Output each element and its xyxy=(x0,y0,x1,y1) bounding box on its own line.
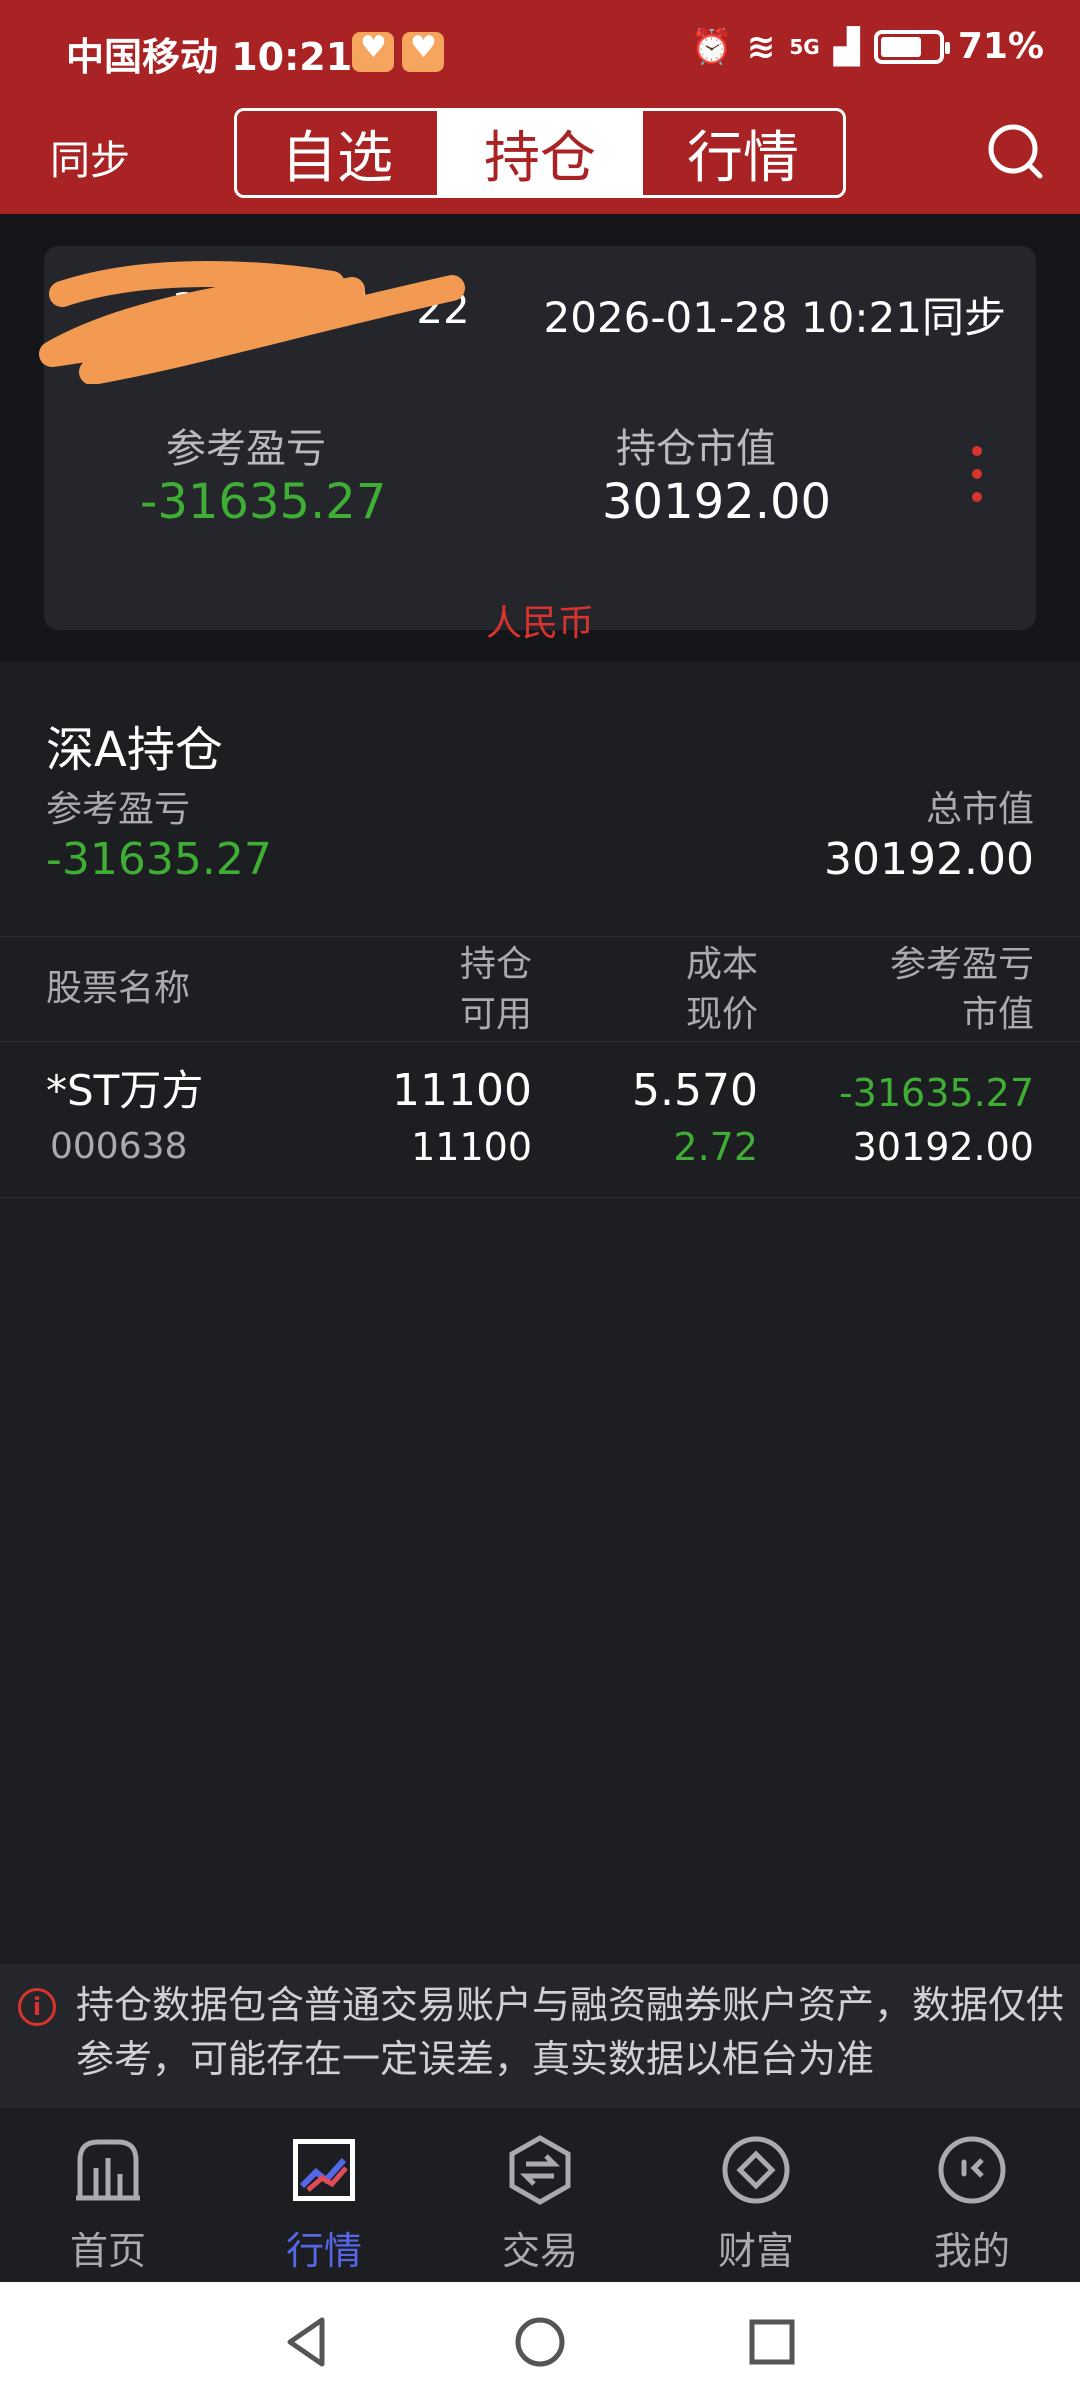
table-header: 股票名称 持仓 可用 成本 现价 参考盈亏 市值 xyxy=(0,936,1080,1042)
account-pl-label: 参考盈亏 xyxy=(166,426,326,472)
header-pl[interactable]: 参考盈亏 xyxy=(890,939,1034,991)
available-qty: 11100 xyxy=(411,1125,532,1169)
summary-pl-label: 参考盈亏 xyxy=(46,789,191,830)
heart-notification-icon xyxy=(402,30,444,72)
nav-wealth-label: 财富 xyxy=(717,2229,794,2273)
tab-watchlist[interactable]: 自选 xyxy=(237,111,440,195)
redaction-scribble xyxy=(39,261,465,384)
signal-icon: ▟ xyxy=(833,26,860,67)
header-mv[interactable]: 市值 xyxy=(962,989,1034,1041)
header-cost[interactable]: 成本 xyxy=(686,939,758,991)
alarm-icon: ⏰ xyxy=(690,26,733,67)
market-summary: 深A持仓 参考盈亏 -31635.27 总市值 30192.00 xyxy=(0,662,1080,936)
heart-notification-icon xyxy=(352,30,394,72)
cost-price: 5.570 xyxy=(632,1065,758,1116)
app-header: 中国移动 10:21 ⏰ ≋ 5G ▟ 71% 同步 自选 持仓 行情 xyxy=(0,0,1080,214)
market-chart-icon xyxy=(291,2137,357,2203)
tab-positions[interactable]: 持仓 xyxy=(440,111,643,195)
nav-wealth[interactable]: 财富 xyxy=(648,2108,864,2282)
account-card: 332650****22 2026-01-28 10:21同步 参考盈亏 -31… xyxy=(39,246,1036,644)
summary-total-mv-label: 总市值 xyxy=(925,789,1034,830)
nav-market[interactable]: 行情 xyxy=(216,2108,432,2282)
header-available[interactable]: 可用 xyxy=(460,989,532,1041)
row-market-value: 30192.00 xyxy=(852,1125,1034,1169)
wealth-icon xyxy=(722,2136,790,2204)
nav-trade[interactable]: 交易 xyxy=(432,2108,648,2282)
status-icons: ⏰ ≋ 5G ▟ 71% xyxy=(690,26,1044,67)
nav-trade-label: 交易 xyxy=(501,2229,578,2273)
sync-button[interactable]: 同步 xyxy=(50,128,130,186)
nav-me-label: 我的 xyxy=(933,2229,1010,2273)
stock-name: *ST万方 xyxy=(46,1066,204,1115)
account-pl-value: -31635.27 xyxy=(140,474,387,530)
tab-market[interactable]: 行情 xyxy=(643,111,843,195)
trade-icon xyxy=(509,2135,571,2205)
top-tabs: 自选 持仓 行情 xyxy=(234,108,846,198)
status-carrier-time: 中国移动 10:21 xyxy=(66,35,353,79)
stock-code: 000638 xyxy=(50,1126,188,1167)
header-stock-name[interactable]: 股票名称 xyxy=(46,963,190,1015)
nav-home-label: 首页 xyxy=(69,2229,146,2273)
disclaimer-text: 持仓数据包含普通交易账户与融资融券账户资产，数据仅供参考，可能存在一定误差，真实… xyxy=(76,1983,1065,2081)
summary-pl-value: -31635.27 xyxy=(46,834,272,885)
profile-icon xyxy=(938,2136,1006,2204)
sync-timestamp: 2026-01-28 10:21同步 xyxy=(543,293,1006,342)
account-market-value-label: 持仓市值 xyxy=(616,426,776,472)
position-qty: 11100 xyxy=(392,1065,532,1116)
home-icon xyxy=(76,2139,140,2201)
battery-percent: 71% xyxy=(957,26,1044,67)
current-price: 2.72 xyxy=(673,1125,758,1169)
header-price[interactable]: 现价 xyxy=(686,989,758,1041)
section-title: 深A持仓 xyxy=(46,722,223,778)
account-market-value: 30192.00 xyxy=(602,474,832,530)
nav-home[interactable]: 首页 xyxy=(0,2108,216,2282)
network-type: 5G xyxy=(789,34,820,59)
summary-total-mv-value: 30192.00 xyxy=(824,834,1034,885)
header-position[interactable]: 持仓 xyxy=(460,939,532,991)
info-icon: i xyxy=(18,1988,56,2026)
table-row[interactable]: *ST万方 000638 11100 11100 5.570 2.72 -316… xyxy=(0,1042,1080,1198)
battery-icon xyxy=(873,29,950,64)
home-circle-icon[interactable] xyxy=(510,2312,570,2372)
nav-me[interactable]: 我的 xyxy=(864,2108,1080,2282)
account-section: 332650****22 2026-01-28 10:21同步 参考盈亏 -31… xyxy=(0,214,1080,662)
nav-market-label: 行情 xyxy=(285,2229,362,2273)
more-options-icon[interactable] xyxy=(972,446,984,506)
back-icon[interactable] xyxy=(278,2312,338,2372)
bottom-nav: 首页 行情 交易 财富 我的 xyxy=(0,2108,1080,2282)
recents-square-icon[interactable] xyxy=(742,2312,802,2372)
system-nav-bar xyxy=(0,2282,1080,2400)
disclaimer-notice: i 持仓数据包含普通交易账户与融资融券账户资产，数据仅供参考，可能存在一定误差，… xyxy=(0,1964,1080,2108)
currency-label[interactable]: 人民币 xyxy=(44,594,1036,646)
row-pl: -31635.27 xyxy=(838,1071,1034,1115)
wifi-icon: ≋ xyxy=(746,26,776,67)
search-icon[interactable] xyxy=(986,122,1044,180)
